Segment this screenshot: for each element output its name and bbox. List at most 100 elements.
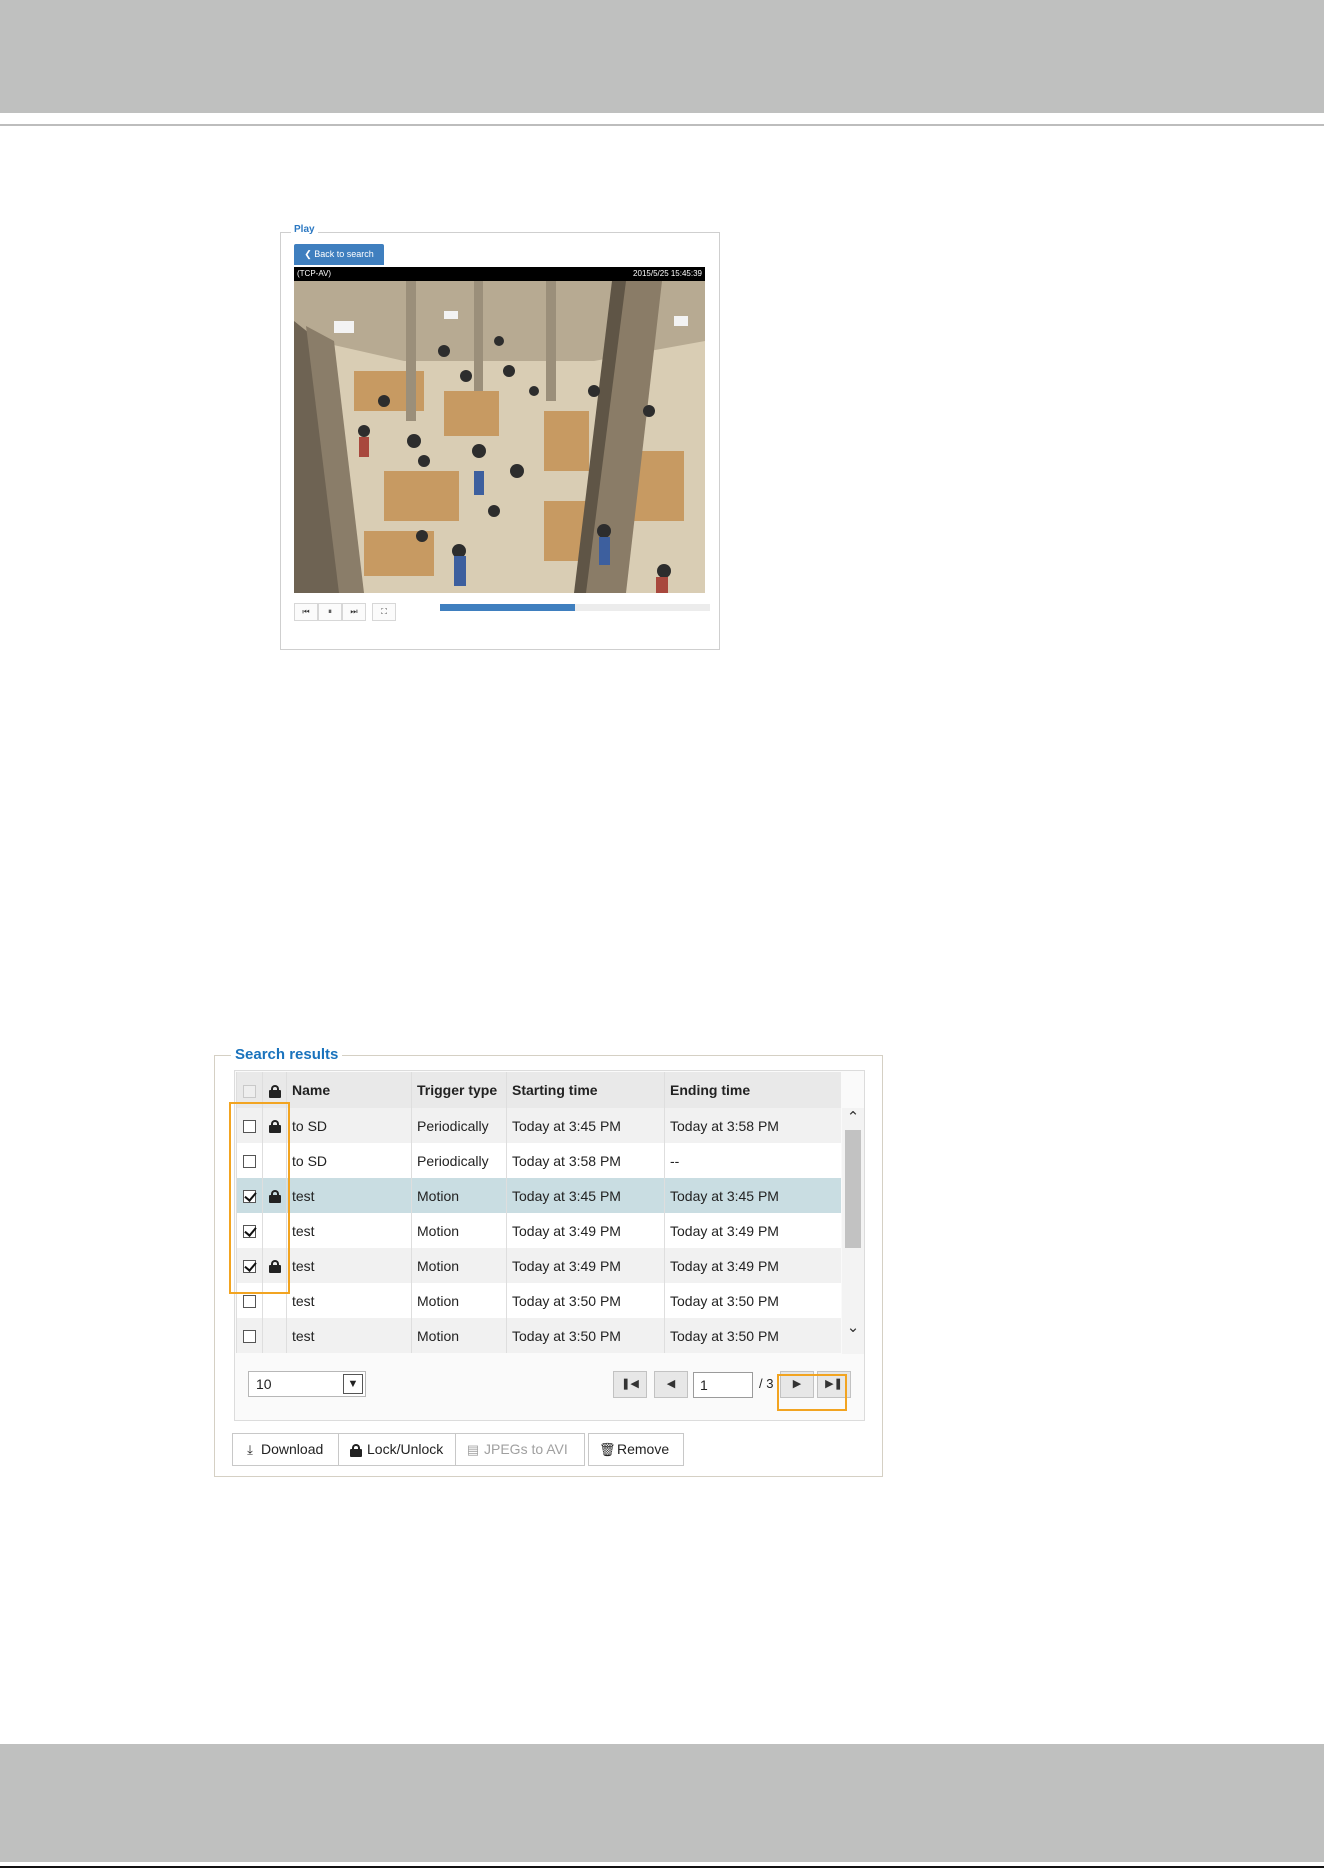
cell-name: test (286, 1318, 412, 1353)
search-results-legend: Search results (231, 1046, 343, 1063)
cell-trigger-type: Motion (411, 1178, 507, 1213)
cell-trigger-type: Periodically (411, 1108, 507, 1143)
cell-trigger-type: Motion (411, 1248, 507, 1283)
cell-starting-time: Today at 3:58 PM (506, 1143, 665, 1178)
pause-button[interactable]: ⏸ (318, 603, 342, 621)
back-to-search-label: Back to search (314, 249, 374, 259)
download-button[interactable]: ⤓ Download (232, 1433, 339, 1466)
scrollbar-thumb[interactable] (845, 1130, 861, 1248)
play-legend: Play (291, 224, 318, 235)
row-checkbox[interactable] (243, 1295, 256, 1309)
play-panel: Play ❮ Back to search (TCP-AV) 2015/5/25… (280, 224, 720, 650)
cell-ending-time: Today at 3:50 PM (664, 1318, 841, 1353)
cell-starting-time: Today at 3:45 PM (506, 1178, 665, 1213)
cell-trigger-type: Motion (411, 1213, 507, 1248)
lock-icon (349, 1434, 363, 1465)
cell-ending-time: -- (664, 1143, 841, 1178)
camera-label: (TCP-AV) (297, 269, 332, 278)
jpegs-to-avi-label: JPEGs to AVI (484, 1441, 568, 1457)
column-header-name[interactable]: Name (286, 1072, 412, 1108)
remove-label: Remove (617, 1441, 670, 1457)
table-row[interactable]: test Motion Today at 3:49 PM Today at 3:49 … (236, 1213, 841, 1248)
video-timestamp: 2015/5/25 15:45:39 (633, 269, 702, 278)
column-header-trigger-type[interactable]: Trigger type (411, 1072, 507, 1108)
table-scrollbar[interactable]: ⌃ ⌄ (842, 1108, 864, 1354)
video-scene-image (294, 281, 705, 593)
lock-unlock-label: Lock/Unlock (367, 1441, 444, 1457)
cell-name: test (286, 1283, 412, 1318)
cell-ending-time: Today at 3:58 PM (664, 1108, 841, 1143)
cell-ending-time: Today at 3:45 PM (664, 1178, 841, 1213)
cell-name: to SD (286, 1143, 412, 1178)
next-icon: ⏭ (350, 607, 358, 616)
footer-divider (0, 1866, 1324, 1868)
table-header-row: Name Trigger type Starting time Ending t… (236, 1072, 841, 1108)
chevron-down-icon[interactable]: ⌄ (842, 1318, 864, 1338)
cell-trigger-type: Periodically (411, 1143, 507, 1178)
cell-ending-time: Today at 3:50 PM (664, 1283, 841, 1318)
jpegs-to-avi-button[interactable]: ▤ JPEGs to AVI (455, 1433, 585, 1466)
lock-unlock-button[interactable]: Lock/Unlock (338, 1433, 456, 1466)
first-page-button[interactable]: ❚◀ (613, 1371, 647, 1398)
cell-name: test (286, 1178, 412, 1213)
table-row[interactable]: test Motion Today at 3:50 PM Today at 3:50 … (236, 1283, 841, 1318)
fullscreen-icon: ⛶ (381, 607, 387, 616)
previous-page-button[interactable]: ◀ (654, 1371, 688, 1398)
fullscreen-button[interactable]: ⛶ (372, 603, 396, 621)
column-header-starting-time[interactable]: Starting time (506, 1072, 665, 1108)
film-icon: ▤ (466, 1442, 480, 1457)
table-row[interactable]: to SD Periodically Today at 3:58 PM -- (236, 1143, 841, 1178)
header-band (0, 0, 1324, 113)
cell-ending-time: Today at 3:49 PM (664, 1213, 841, 1248)
cell-name: to SD (286, 1108, 412, 1143)
table-row[interactable]: test Motion Today at 3:45 PM Today at 3:45 … (236, 1178, 841, 1213)
download-label: Download (261, 1441, 324, 1457)
annotation-checkbox-column (229, 1102, 290, 1294)
table-row[interactable]: test Motion Today at 3:49 PM Today at 3:49 … (236, 1248, 841, 1283)
previous-page-icon: ◀ (666, 1378, 676, 1390)
row-select-cell (236, 1318, 263, 1353)
lock-icon (268, 1084, 281, 1098)
page-total: / 3 (759, 1376, 774, 1391)
cell-name: test (286, 1248, 412, 1283)
rows-per-page-value: 10 (256, 1376, 272, 1392)
search-results-panel: Search results Name Trigger type Startin… (214, 1046, 883, 1477)
select-all-checkbox[interactable] (243, 1084, 256, 1098)
results-table: Name Trigger type Starting time Ending t… (236, 1072, 841, 1353)
next-button[interactable]: ⏭ (342, 603, 366, 621)
back-to-search-button[interactable]: ❮ Back to search (294, 244, 384, 265)
remove-button[interactable]: 🗑Remove (588, 1433, 684, 1466)
pause-icon: ⏸ (328, 607, 332, 616)
cell-starting-time: Today at 3:45 PM (506, 1108, 665, 1143)
table-row[interactable]: test Motion Today at 3:50 PM Today at 3:50 … (236, 1318, 841, 1353)
annotation-next-last-buttons (777, 1374, 847, 1411)
cell-starting-time: Today at 3:49 PM (506, 1248, 665, 1283)
page-number-input[interactable]: 1 (693, 1372, 753, 1398)
header-divider (0, 124, 1324, 126)
column-header-ending-time[interactable]: Ending time (664, 1072, 841, 1108)
rows-per-page-select[interactable]: 10 ▼ (248, 1371, 366, 1397)
cell-trigger-type: Motion (411, 1283, 507, 1318)
cell-name: test (286, 1213, 412, 1248)
footer-band (0, 1744, 1324, 1862)
chevron-left-icon: ❮ (304, 249, 315, 259)
trash-icon: 🗑 (599, 1442, 616, 1457)
previous-icon: ⏮ (302, 607, 310, 616)
video-frame[interactable] (294, 281, 705, 593)
table-row[interactable]: to SD Periodically Today at 3:45 PM Today a… (236, 1108, 841, 1143)
download-icon: ⤓ (247, 1442, 253, 1457)
video-info-bar: (TCP-AV) 2015/5/25 15:45:39 (294, 267, 705, 281)
cell-ending-time: Today at 3:49 PM (664, 1248, 841, 1283)
row-checkbox[interactable] (243, 1330, 256, 1344)
cell-starting-time: Today at 3:50 PM (506, 1283, 665, 1318)
row-lock-cell (262, 1318, 287, 1353)
results-table-container: Name Trigger type Starting time Ending t… (234, 1070, 865, 1421)
dropdown-arrow-icon[interactable]: ▼ (343, 1374, 363, 1394)
previous-button[interactable]: ⏮ (294, 603, 318, 621)
playback-progress[interactable] (440, 604, 710, 611)
cell-trigger-type: Motion (411, 1318, 507, 1353)
first-page-icon: ❚◀ (621, 1378, 639, 1390)
chevron-up-icon[interactable]: ⌃ (842, 1108, 864, 1128)
cell-starting-time: Today at 3:50 PM (506, 1318, 665, 1353)
cell-starting-time: Today at 3:49 PM (506, 1213, 665, 1248)
